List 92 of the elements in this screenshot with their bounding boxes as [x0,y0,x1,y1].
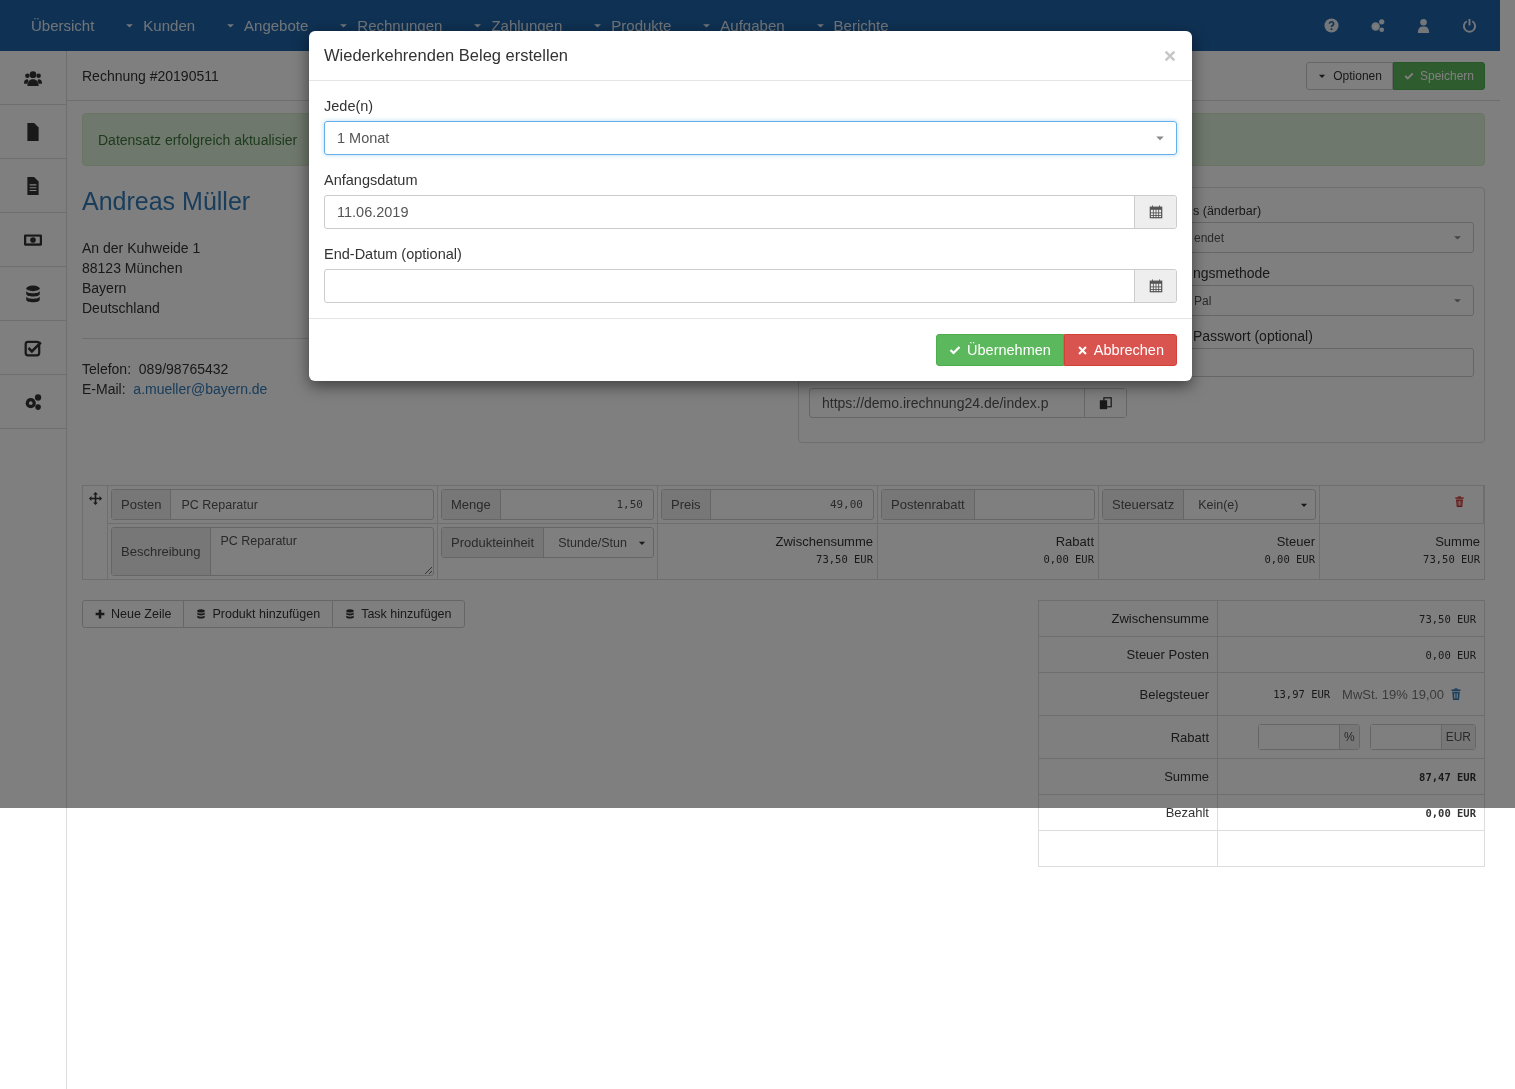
cancel-button[interactable]: Abbrechen [1063,334,1177,366]
summary-label: Summe [1038,758,1218,795]
price-input[interactable]: 49,00 [710,490,873,519]
address-line: Bayern [82,279,127,298]
alert-text: Datensatz erfolgreich aktualisier [98,131,298,148]
summary-label: Steuer Posten [1038,636,1218,673]
summary-value: 13,97 EUR [1273,688,1331,700]
nav-link[interactable]: Übersicht [16,0,110,51]
total-value: 0,00 EUR [1042,553,1094,565]
email-label: E-Mail: [82,381,126,397]
discount-field[interactable]: Postenrabatt [881,489,1095,520]
summary-value: 73,50 EUR [1419,613,1476,625]
tax-note: MwSt. 19% 19,00 [1342,686,1444,702]
description-field[interactable]: Beschreibung PC Reparatur [111,527,434,576]
user-icon [1415,18,1431,33]
times-icon [1076,344,1088,356]
total-label: Steuer [1275,534,1315,549]
email-link[interactable]: a.mueller@bayern.de [133,381,268,397]
calendar-icon [1148,279,1163,293]
price-field[interactable]: Preis 49,00 [661,489,874,520]
summary-label: Belegsteuer [1038,672,1218,716]
total-label: Summe [1434,534,1480,549]
close-button[interactable] [1163,48,1177,63]
field-label: Anfangsdatum [324,171,419,190]
percent-field[interactable]: % [1258,724,1360,750]
field-label: Passwort (optional) [1192,328,1314,344]
nav-link[interactable]: Produkte [577,0,687,51]
interval-select[interactable]: 1 Monat [324,121,1177,155]
nav-link[interactable]: Aufgaben [686,0,800,51]
calendar-icon [1148,205,1163,219]
nav-link[interactable]: Angebote [210,0,324,51]
summary-value: 0,00 EUR [1425,649,1476,661]
summary-label: Bezahlt [1038,794,1218,831]
total-value: 73,50 EUR [815,553,873,565]
amount-field[interactable]: EUR [1369,724,1476,750]
unit-select[interactable]: Produkteinheit Stunde/Stun [441,527,654,558]
trash-icon [1450,688,1462,700]
field-label: s (änderbar) [1192,204,1263,218]
summary-value: 87,47 EUR [1419,771,1476,783]
customer-name: Andreas Müller [82,187,251,216]
summary-label: Zwischensumme [1038,600,1218,637]
calendar-button[interactable] [1134,270,1176,302]
position-field[interactable]: Posten PC Reparatur [111,489,434,520]
description-input[interactable]: PC Reparatur [210,528,433,575]
document-icon [24,176,42,195]
add-button[interactable]: Produkt hinzufügen [183,600,334,628]
copy-icon [1099,396,1112,410]
move-icon [88,492,102,505]
check-icon [949,344,962,356]
address-line: An der Kuhweide 1 [82,239,201,258]
help-icon [1323,18,1339,33]
delete-icon [1454,496,1465,507]
nav-link[interactable]: Berichte [799,0,904,51]
phone-number: 089/98765432 [138,361,229,377]
add-button[interactable]: Task hinzufügen [332,600,465,628]
total-value: 73,50 EUR [1422,553,1480,565]
power-icon [1461,18,1477,33]
save-button[interactable]: Speichern [1392,61,1485,90]
apply-button[interactable]: Übernehmen [936,334,1064,366]
options-button[interactable]: Optionen [1306,61,1393,90]
calendar-button[interactable] [1134,196,1176,228]
link-field[interactable]: https://demo.irechnung24.de/index.p [809,388,1127,418]
phone-label: Telefon: [82,361,132,377]
field-label: Jede(n) [324,97,375,116]
gears-icon [1369,18,1385,33]
page-title: Rechnung #20190511 [82,67,219,84]
summary-value: 0,00 EUR [1425,807,1476,819]
total-label: Rabatt [1054,534,1094,549]
database-icon [24,284,42,303]
file-icon [24,122,42,141]
position-input[interactable]: PC Reparatur [171,490,433,519]
tax-select[interactable]: Steuersatz Kein(e) [1102,489,1316,520]
close-icon [1163,48,1177,63]
quantity-field[interactable]: Menge 1,50 [441,489,654,520]
field-label: End-Datum (optional) [324,245,463,264]
field-label: ngsmethode [1192,265,1272,281]
address-line: Deutschland [82,299,160,318]
nav-link[interactable]: Kunden [109,0,211,51]
address-line: 88123 München [82,259,183,278]
check-icon [1403,70,1414,81]
quantity-input[interactable]: 1,50 [500,490,653,519]
checkbox-icon [24,338,42,357]
gears-icon [24,392,42,411]
database-icon [196,609,207,619]
total-label: Zwischensumme [774,534,873,549]
summary-label: Rabatt [1038,715,1218,759]
plus-icon [95,609,105,619]
database-icon [345,609,356,619]
dialog-title: Wiederkehrenden Beleg erstellen [324,46,568,65]
total-value: 0,00 EUR [1263,553,1315,565]
users-icon [24,68,42,87]
add-button[interactable]: Neue Zeile [82,600,185,628]
